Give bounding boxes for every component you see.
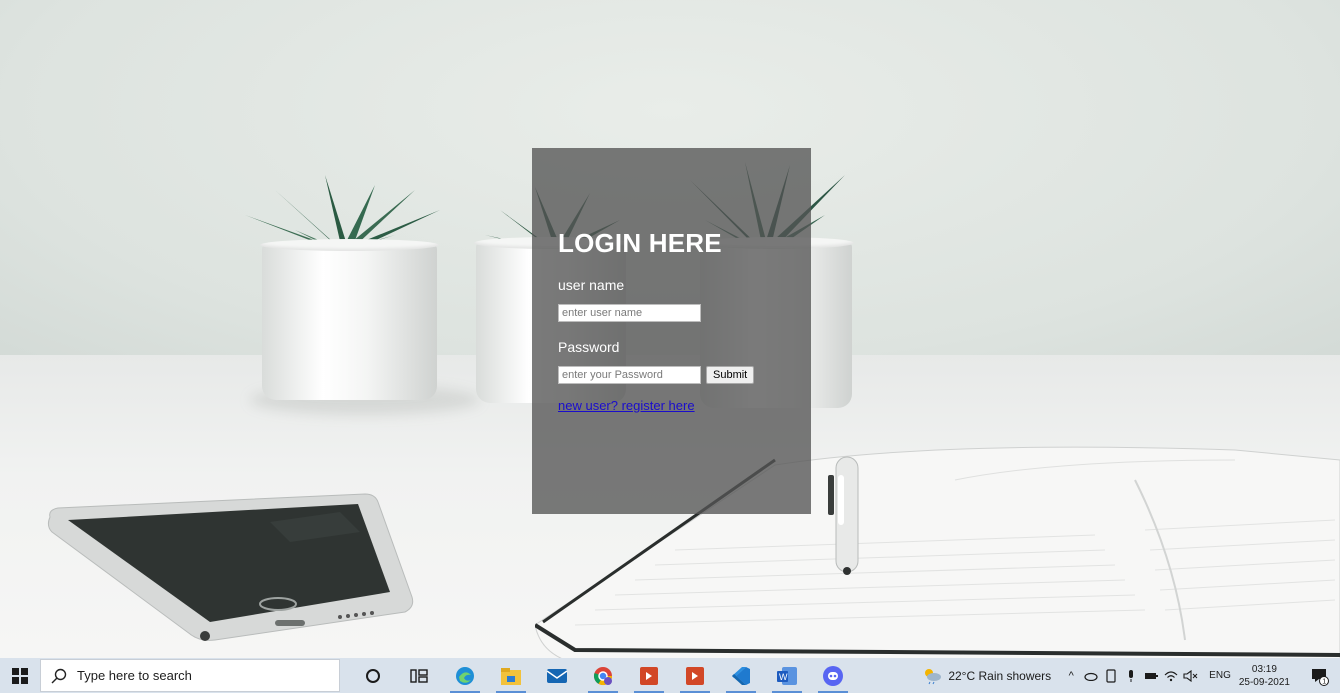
weather-icon [925,668,942,684]
clock-time: 03:19 [1251,663,1277,675]
cortana-icon[interactable] [350,658,396,693]
taskbar-apps: W [350,658,856,693]
username-label: user name [558,277,625,293]
weather-text: 22°C Rain showers [948,668,1052,683]
submit-button[interactable]: Submit [706,366,755,384]
login-title: LOGIN HERE [558,228,722,258]
windows-icon [12,667,28,684]
chevron-up-icon[interactable]: ^ [1062,670,1080,682]
notification-count: 1 [1322,678,1326,685]
chrome-icon[interactable] [580,658,626,693]
microphone-icon[interactable] [1122,669,1140,683]
register-link[interactable]: new user? register here [558,398,695,413]
password-row: Submit [558,355,811,384]
discord-icon[interactable] [810,658,856,693]
search-placeholder: Type here to search [77,668,192,683]
battery-icon[interactable] [1142,671,1160,681]
search-icon [51,668,67,683]
language-indicator[interactable]: ENG [1209,670,1231,681]
word-icon[interactable]: W [764,658,810,693]
powerpoint-icon[interactable] [672,658,718,693]
mail-icon[interactable] [534,658,580,693]
speaker-muted-icon[interactable] [1182,669,1200,682]
wifi-icon[interactable] [1162,670,1180,682]
taskbar: Type here to search W 22°C Rain showers … [0,658,1340,693]
clock[interactable]: 03:19 25-09-2021 [1239,663,1290,689]
start-button[interactable] [0,658,40,693]
onedrive-icon[interactable] [1082,671,1100,681]
edge-icon[interactable] [442,658,488,693]
powerpoint-icon[interactable] [626,658,672,693]
password-label: Password [558,339,620,355]
vscode-icon[interactable] [718,658,764,693]
password-input[interactable] [558,366,701,384]
username-input[interactable] [558,304,701,322]
weather-widget[interactable]: 22°C Rain showers [922,667,1051,685]
task-view-icon[interactable] [396,658,442,693]
system-tray: 22°C Rain showers ^ ENG 03:19 25-09-2021… [922,658,1340,693]
clock-date: 25-09-2021 [1238,676,1290,688]
device-icon[interactable] [1102,668,1120,683]
pen [828,456,859,575]
smartphone [47,493,414,641]
left-pot [260,239,439,400]
taskbar-search[interactable]: Type here to search [40,659,340,692]
notification-icon[interactable]: 1 [1304,666,1334,686]
file-explorer-icon[interactable] [488,658,534,693]
login-panel: LOGIN HERE user name Password Submit new… [532,148,811,514]
svg-text:W: W [779,672,788,682]
